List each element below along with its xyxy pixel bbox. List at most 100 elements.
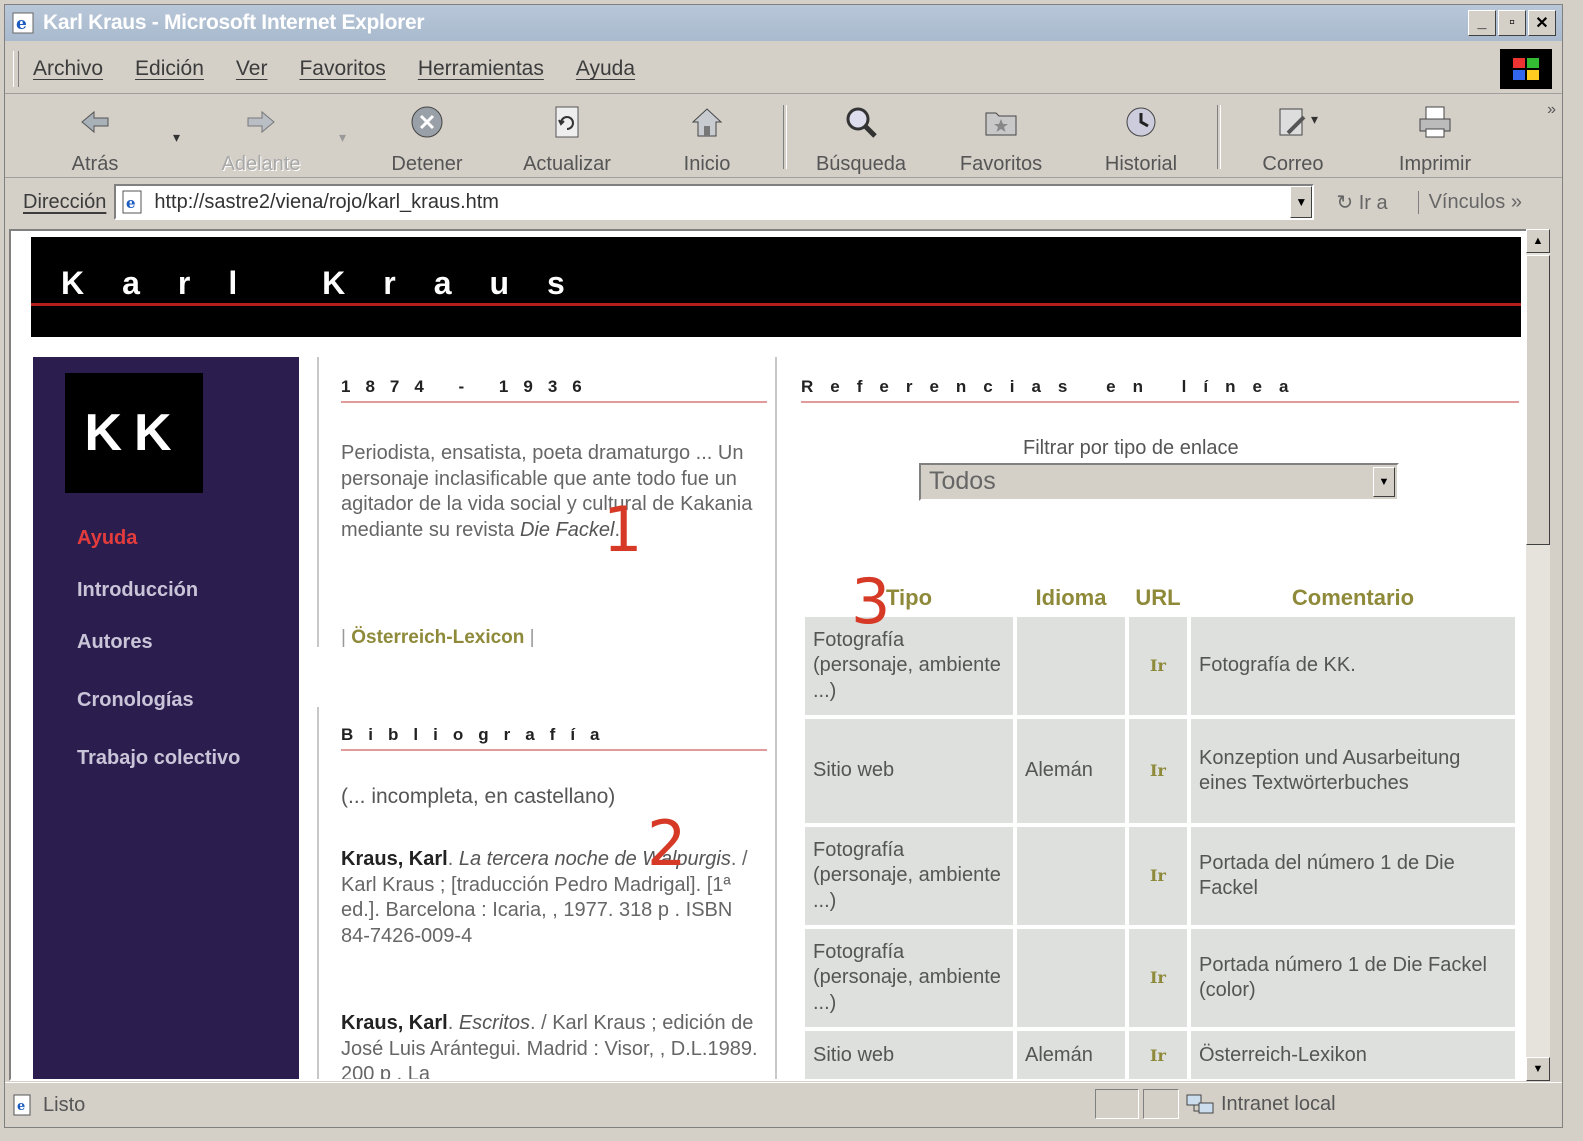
cell-url-link[interactable]: Ir <box>1129 719 1187 823</box>
forward-button[interactable]: Adelante <box>211 103 311 176</box>
bibliography-note: (... incompleta, en castellano) <box>341 785 616 808</box>
menu-archivo[interactable]: Archivo <box>33 57 103 81</box>
cell-comentario: Portada del número 1 de Die Fackel <box>1191 827 1515 925</box>
cell-idioma <box>1017 617 1125 715</box>
maximize-button[interactable]: ▫ <box>1498 10 1526 36</box>
bibliography-entry: Kraus, Karl. La tercera noche de Walpurg… <box>341 848 748 947</box>
favorites-button[interactable]: Favoritos <box>951 103 1051 176</box>
window-title: Karl Kraus - Microsoft Internet Explorer <box>43 11 425 34</box>
lexicon-link[interactable]: Österreich-Lexicon <box>351 627 524 648</box>
bib-title: La tercera noche de Walpurgis <box>458 848 731 870</box>
menu-ayuda[interactable]: Ayuda <box>576 57 635 81</box>
banner-title: Karl Kraus <box>61 265 603 301</box>
minimize-button[interactable]: _ <box>1468 10 1496 36</box>
cell-idioma <box>1017 929 1125 1027</box>
back-label: Atrás <box>71 153 119 175</box>
close-button[interactable]: ✕ <box>1528 10 1556 36</box>
cell-tipo: Sitio web <box>805 719 1013 823</box>
annotation-2: 2 <box>647 807 687 880</box>
mail-icon <box>1279 108 1306 136</box>
windows-logo-icon <box>1500 49 1552 89</box>
address-dropdown-icon[interactable]: ▼ <box>1290 186 1313 218</box>
standard-toolbar: Atrás ▾ Adelante ▾ Detener Actualizar In… <box>5 97 1562 178</box>
forward-dropdown-icon[interactable]: ▾ <box>339 129 346 146</box>
status-text: Listo <box>43 1093 86 1116</box>
search-icon <box>846 107 877 138</box>
svg-text:e: e <box>126 194 136 212</box>
menu-ver[interactable]: Ver <box>236 57 268 81</box>
forward-arrow-icon <box>247 110 275 134</box>
col-comentario: Comentario <box>1291 585 1415 610</box>
table-row: Fotografía (personaje, ambiente ...) Ir … <box>805 929 1515 1027</box>
svg-text:e: e <box>17 1099 25 1114</box>
scroll-thumb[interactable] <box>1526 255 1550 545</box>
scroll-down-icon[interactable]: ▼ <box>1526 1057 1550 1081</box>
favorites-label: Favoritos <box>959 153 1043 175</box>
mail-label: Correo <box>1262 153 1324 175</box>
mail-button[interactable]: Correo <box>1243 103 1343 176</box>
favorites-folder-icon <box>985 112 1017 136</box>
bib-author: Kraus, Karl <box>341 1012 448 1034</box>
stop-label: Detener <box>391 153 463 175</box>
links-label: Vínculos <box>1428 190 1506 213</box>
kk-logo: KK <box>65 373 203 493</box>
history-label: Historial <box>1104 153 1178 175</box>
title-bar: e Karl Kraus - Microsoft Internet Explor… <box>5 5 1562 41</box>
refresh-label: Actualizar <box>523 153 611 175</box>
status-bar: e Listo Intranet local <box>5 1082 1562 1127</box>
address-input[interactable]: e http://sastre2/viena/rojo/karl_kraus.h… <box>114 184 1315 220</box>
cell-idioma: Alemán <box>1017 719 1125 823</box>
filter-select[interactable]: Todos ▼ <box>919 463 1399 501</box>
cell-comentario: Portada número 1 de Die Fackel (color) <box>1191 929 1515 1027</box>
lexicon-link-wrap: | Österreich-Lexicon | <box>341 627 535 648</box>
print-button[interactable]: Imprimir <box>1385 103 1485 176</box>
nav-item-cronologias[interactable]: Cronologías <box>73 687 198 714</box>
history-button[interactable]: Historial <box>1091 103 1191 176</box>
page-banner: Karl Kraus <box>31 237 1521 337</box>
menu-herramientas[interactable]: Herramientas <box>418 57 544 81</box>
cell-url-link[interactable]: Ir <box>1129 827 1187 925</box>
page-viewport: Karl Kraus KK Ayuda Introducción Autores… <box>9 229 1536 1081</box>
filter-dropdown-icon[interactable]: ▼ <box>1373 467 1395 497</box>
stop-button[interactable]: Detener <box>377 103 477 176</box>
go-button[interactable]: ↻ Ir a <box>1336 190 1387 215</box>
col-url: URL <box>1135 585 1181 610</box>
refresh-button[interactable]: Actualizar <box>517 103 617 176</box>
col-tipo: Tipo <box>885 585 933 610</box>
back-dropdown-icon[interactable]: ▾ <box>173 129 180 146</box>
search-button[interactable]: Búsqueda <box>811 103 911 176</box>
cell-url-link[interactable]: Ir <box>1129 929 1187 1027</box>
home-button[interactable]: Inicio <box>657 103 757 176</box>
address-label: Dirección <box>23 190 107 213</box>
mail-dropdown-icon[interactable]: ▾ <box>1311 111 1318 128</box>
table-row: Fotografía (personaje, ambiente ...) Ir … <box>805 617 1515 715</box>
cell-idioma <box>1017 827 1125 925</box>
cell-url-link[interactable]: Ir <box>1129 1031 1187 1079</box>
filter-label: Filtrar por tipo de enlace <box>1023 437 1239 459</box>
nav-item-introduccion[interactable]: Introducción <box>73 577 203 604</box>
nav-item-autores[interactable]: Autores <box>73 629 157 656</box>
bio-journal: Die Fackel <box>519 518 615 541</box>
links-button[interactable]: Vínculos » <box>1417 190 1522 214</box>
toolbar-separator <box>783 105 787 169</box>
vertical-scrollbar[interactable]: ▲ ▼ <box>1526 229 1550 1081</box>
nav-item-trabajo-colectivo[interactable]: Trabajo colectivo <box>73 745 245 772</box>
col-idioma: Idioma <box>1035 585 1107 610</box>
menu-favoritos[interactable]: Favoritos <box>299 57 385 81</box>
scroll-up-icon[interactable]: ▲ <box>1526 229 1550 253</box>
status-cell <box>1095 1089 1139 1119</box>
ie-icon: e <box>12 12 34 34</box>
forward-label: Adelante <box>221 153 301 175</box>
bibliography-heading: Bibliografía <box>341 725 767 751</box>
bib-author: Kraus, Karl <box>341 848 448 870</box>
cell-url-link[interactable]: Ir <box>1129 617 1187 715</box>
toolbar-overflow-icon[interactable]: » <box>1547 101 1556 119</box>
cell-tipo: Fotografía (personaje, ambiente ...) <box>805 929 1013 1027</box>
sidebar-nav: KK Ayuda Introducción Autores Cronología… <box>33 357 299 1079</box>
refresh-icon <box>555 106 579 138</box>
back-button[interactable]: Atrás <box>45 103 145 176</box>
menu-edicion[interactable]: Edición <box>135 57 204 81</box>
nav-item-ayuda[interactable]: Ayuda <box>73 525 142 552</box>
svg-text:e: e <box>16 14 27 34</box>
bio-paragraph: Periodista, ensatista, poeta dramaturgo … <box>341 442 753 541</box>
